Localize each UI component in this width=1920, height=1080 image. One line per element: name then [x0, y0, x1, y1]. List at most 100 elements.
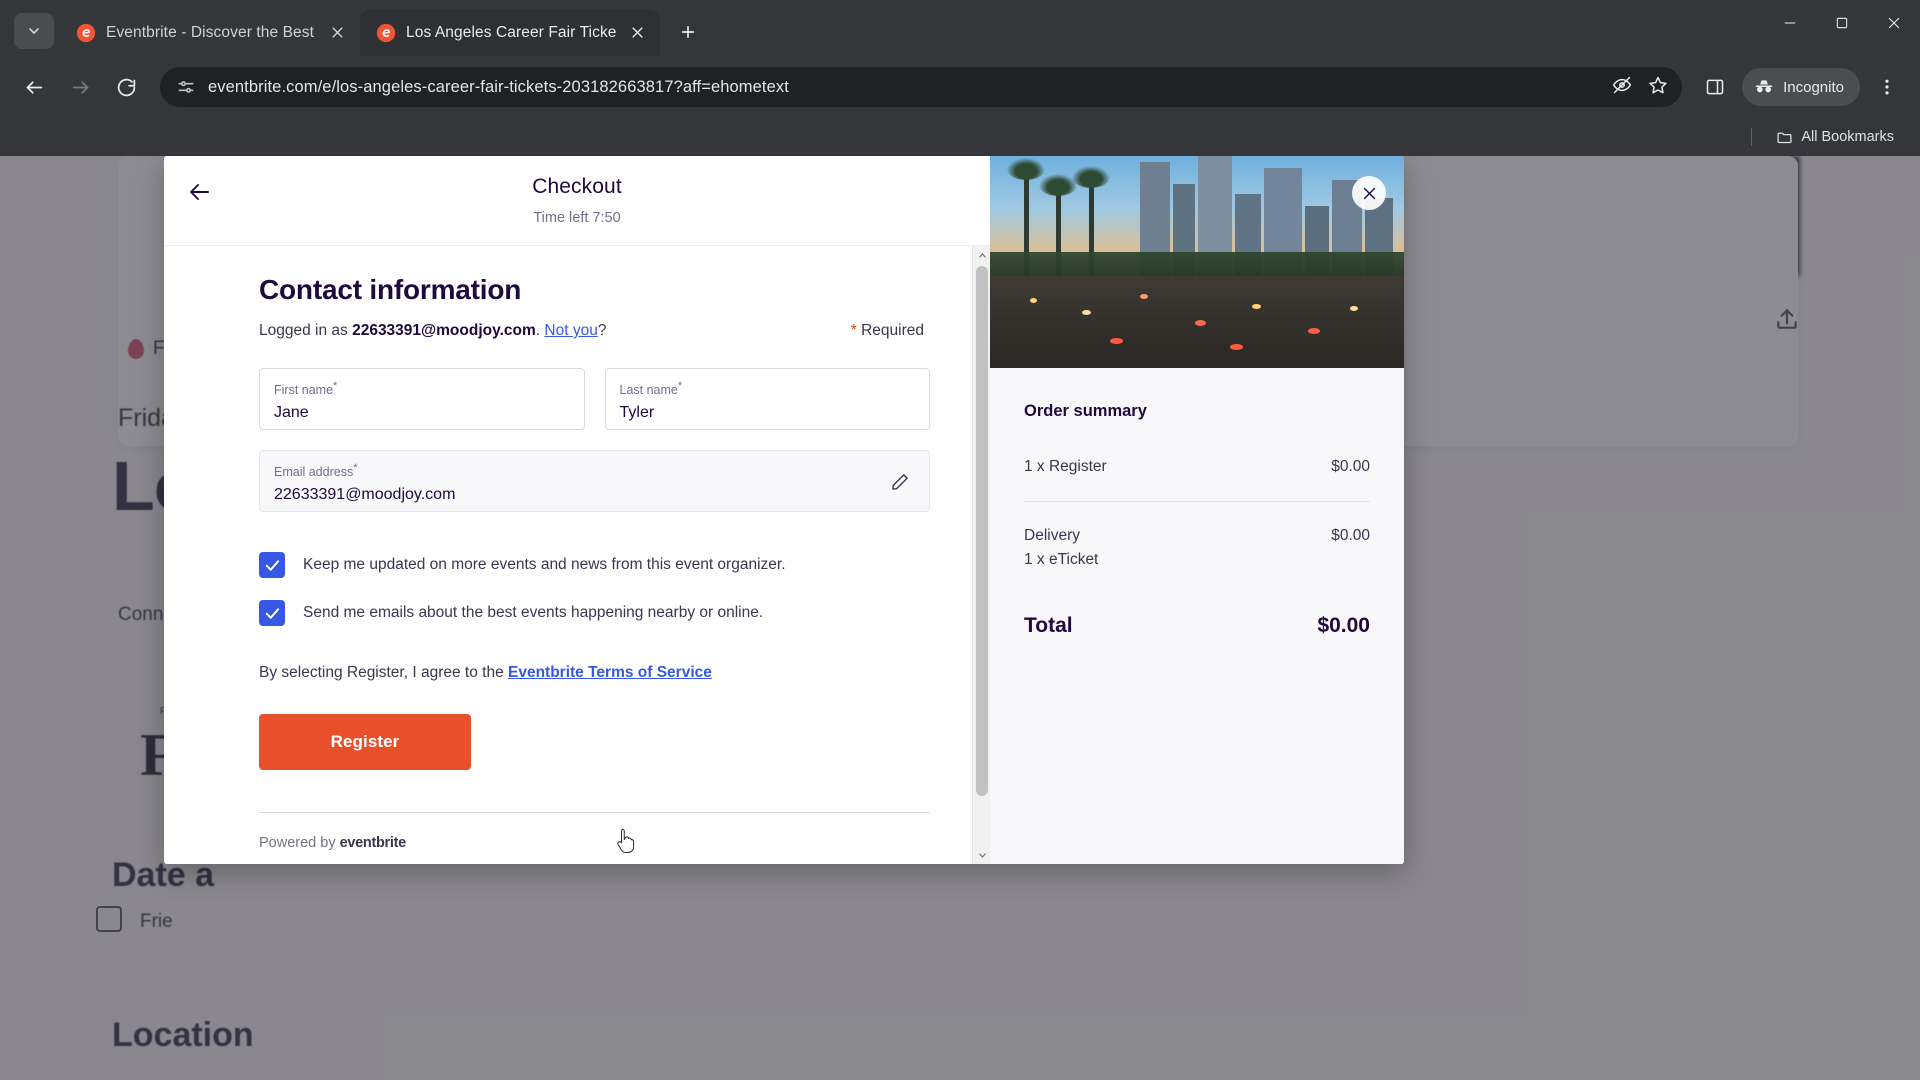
back-arrow-icon[interactable] [180, 172, 220, 212]
order-total-value: $0.00 [1317, 614, 1370, 637]
three-dot-menu-icon[interactable] [1868, 68, 1906, 106]
terms-text: By selecting Register, I agree to the Ev… [259, 664, 930, 682]
eventbrite-icon [76, 23, 96, 43]
checkout-title: Checkout [532, 175, 622, 198]
bookmarks-bar: All Bookmarks [0, 118, 1920, 156]
eventbrite-wordmark: eventbrite [339, 835, 407, 851]
palm-tree-fronds [1072, 166, 1110, 188]
scrollbar-thumb[interactable] [976, 266, 988, 796]
browser-tab-1[interactable]: Eventbrite - Discover the Best L [60, 9, 360, 56]
browser-window: Eventbrite - Discover the Best L Los Ang… [0, 0, 1920, 1080]
maximize-icon[interactable] [1816, 0, 1868, 46]
order-summary-panel: Order summary 1 x Register $0.00 Deliver… [990, 156, 1404, 864]
logged-in-email: 22633391@moodjoy.com [352, 322, 536, 339]
address-bar[interactable]: eventbrite.com/e/los-angeles-career-fair… [160, 67, 1683, 107]
page-viewport: Few Friday, Los Connect FAIR CO F Date a… [0, 156, 1920, 1080]
window-controls [1764, 0, 1920, 46]
car-light [1030, 298, 1037, 303]
order-line-item-name: 1 x Register [1024, 458, 1107, 475]
delivery-price: $0.00 [1331, 527, 1370, 544]
not-you-link[interactable]: Not you [544, 322, 597, 339]
tab-search-button[interactable] [14, 13, 54, 49]
car-light [1195, 320, 1206, 326]
required-label: Required [856, 322, 924, 339]
last-name-field[interactable]: Last name* Tyler [604, 368, 930, 430]
close-icon[interactable] [1352, 176, 1386, 210]
incognito-label: Incognito [1783, 78, 1844, 96]
event-hero-image [990, 156, 1404, 368]
required-note: * Required [851, 322, 924, 340]
delivery-label: Delivery [1024, 527, 1080, 544]
checkout-body: Contact information Logged in as 2263339… [164, 246, 990, 864]
bookmark-divider [1751, 128, 1753, 146]
order-line-item: Delivery 1 x eTicket $0.00 [1024, 524, 1370, 572]
order-line-item-price: $0.00 [1331, 458, 1370, 475]
new-tab-button[interactable] [670, 14, 706, 50]
browser-tab-1-title: Eventbrite - Discover the Best L [106, 23, 316, 41]
reload-icon[interactable] [106, 67, 146, 107]
palm-tree-fronds [1007, 158, 1045, 180]
folder-icon [1776, 129, 1793, 146]
logged-in-prefix: Logged in as [259, 322, 353, 339]
first-name-field[interactable]: First name* Jane [259, 368, 585, 430]
mouse-cursor [616, 827, 638, 857]
order-total-row: Total $0.00 [1024, 614, 1370, 638]
terms-of-service-link[interactable]: Eventbrite Terms of Service [508, 664, 712, 681]
incognito-profile-button[interactable]: Incognito [1742, 68, 1860, 106]
required-mark: * [333, 380, 338, 392]
eventbrite-icon [376, 23, 396, 43]
all-bookmarks-button[interactable]: All Bookmarks [1768, 125, 1902, 150]
car-light [1140, 294, 1148, 299]
checkout-timer: Time left 7:50 [533, 210, 621, 226]
browser-tab-1-close-icon[interactable] [326, 22, 348, 44]
car-light [1308, 328, 1320, 334]
order-summary: Order summary 1 x Register $0.00 Deliver… [990, 368, 1404, 638]
tab-strip: Eventbrite - Discover the Best L Los Ang… [0, 0, 1920, 56]
contact-information-heading: Contact information [259, 274, 522, 305]
scroll-down-icon[interactable] [973, 846, 991, 864]
browser-tab-2[interactable]: Los Angeles Career Fair Tickets [360, 9, 660, 56]
logged-in-text: Logged in as 22633391@moodjoy.com. Not y… [259, 322, 606, 340]
logged-in-period: . [535, 322, 541, 339]
car-light [1350, 306, 1358, 311]
minimize-icon[interactable] [1764, 0, 1816, 46]
eye-off-icon[interactable] [1612, 75, 1632, 100]
car-light [1110, 338, 1123, 344]
checkout-modal: Checkout Time left 7:50 Contact informat… [164, 156, 1404, 864]
forward-arrow-icon[interactable] [60, 67, 100, 107]
order-summary-divider [1024, 501, 1370, 502]
order-total-label: Total [1024, 614, 1073, 637]
car-light [1252, 304, 1261, 309]
checkout-header: Checkout Time left 7:50 [164, 156, 990, 246]
checkbox-checked-icon[interactable] [259, 600, 285, 626]
modal-scrollbar[interactable] [972, 246, 990, 864]
footer-divider [259, 812, 930, 813]
order-summary-title: Order summary [1024, 402, 1147, 420]
pencil-icon[interactable] [883, 465, 917, 499]
last-name-value: Tyler [619, 404, 655, 422]
not-you-question: ? [597, 322, 607, 339]
first-name-value: Jane [274, 404, 309, 422]
page-info-icon[interactable] [176, 77, 196, 97]
marketing-checkbox-nearby[interactable]: Send me emails about the best events hap… [259, 600, 930, 626]
terms-prefix: By selecting Register, I agree to the [259, 664, 508, 681]
logged-in-row: Logged in as 22633391@moodjoy.com. Not y… [259, 322, 930, 340]
back-arrow-icon[interactable] [14, 67, 54, 107]
browser-tab-2-close-icon[interactable] [626, 22, 648, 44]
scroll-up-icon[interactable] [973, 246, 991, 264]
freeway [990, 276, 1404, 368]
browser-tab-2-title: Los Angeles Career Fair Tickets [406, 23, 616, 41]
powered-by-prefix: Powered by [259, 835, 340, 851]
last-name-label: Last name* [619, 380, 683, 398]
marketing-checkbox-organizer[interactable]: Keep me updated on more events and news … [259, 552, 930, 578]
incognito-icon [1754, 77, 1774, 97]
register-button[interactable]: Register [259, 714, 471, 770]
checkout-form-panel: Checkout Time left 7:50 Contact informat… [164, 156, 990, 864]
side-panel-icon[interactable] [1696, 68, 1734, 106]
checkbox-checked-icon[interactable] [259, 552, 285, 578]
required-mark: * [353, 462, 358, 474]
address-bar-url: eventbrite.com/e/los-angeles-career-fair… [208, 77, 789, 96]
star-icon[interactable] [1648, 75, 1668, 100]
window-close-icon[interactable] [1868, 0, 1920, 46]
name-fields-row: First name* Jane Last name* Tyler [259, 368, 930, 430]
